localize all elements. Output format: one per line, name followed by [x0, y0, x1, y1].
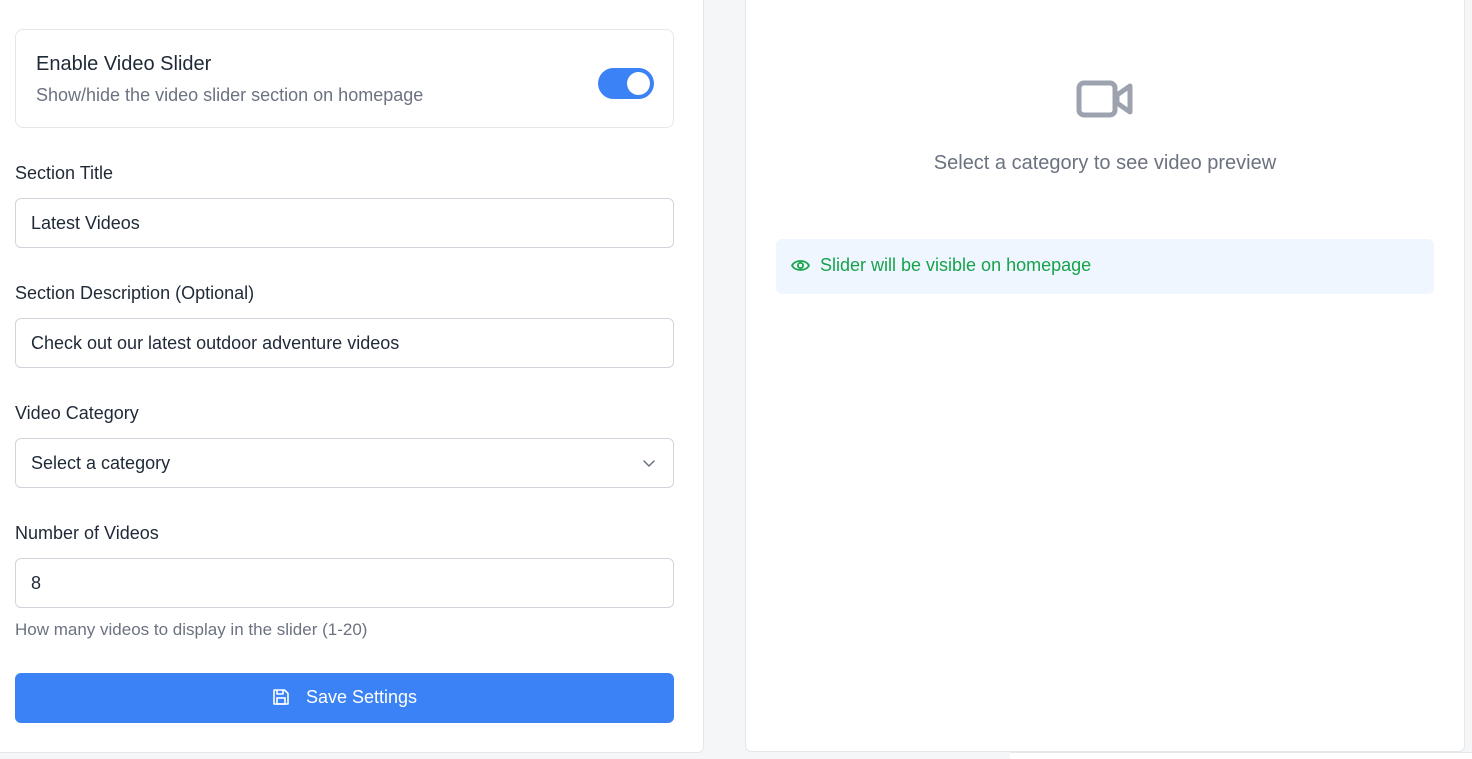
section-title-label: Section Title	[15, 163, 114, 183]
save-icon	[273, 689, 289, 705]
enable-slider-toggle[interactable]	[598, 68, 654, 99]
section-description-input[interactable]	[15, 318, 674, 368]
enable-slider-card: Enable Video Slider Show/hide the video …	[15, 29, 674, 128]
visibility-status-text: Slider will be visible on homepage	[820, 255, 1092, 275]
number-of-videos-label: Number of Videos	[15, 523, 159, 543]
settings-panel: Enable Video Slider Show/hide the video …	[0, 0, 704, 753]
save-settings-button[interactable]: Save Settings	[15, 673, 674, 723]
section-title-input[interactable]	[15, 198, 674, 248]
visibility-status: Slider will be visible on homepage	[776, 239, 1434, 294]
save-settings-label: Save Settings	[305, 687, 418, 707]
eye-icon	[791, 260, 810, 271]
enable-slider-title: Enable Video Slider	[36, 53, 212, 75]
toggle-knob	[627, 72, 650, 95]
enable-slider-subtitle: Show/hide the video slider section on ho…	[36, 85, 424, 105]
video-camera-icon	[1076, 80, 1133, 118]
video-category-select[interactable]: Select a category	[15, 438, 674, 488]
number-of-videos-help: How many videos to display in the slider…	[15, 620, 368, 639]
preview-panel: Select a category to see video preview S…	[745, 0, 1465, 752]
section-description-label: Section Description (Optional)	[15, 283, 255, 303]
video-category-label: Video Category	[15, 403, 139, 423]
video-category-value: Select a category	[31, 453, 171, 473]
chevron-down-icon	[643, 460, 655, 467]
video-preview-placeholder: Select a category to see video preview	[933, 152, 1277, 174]
number-of-videos-input[interactable]	[15, 558, 674, 608]
